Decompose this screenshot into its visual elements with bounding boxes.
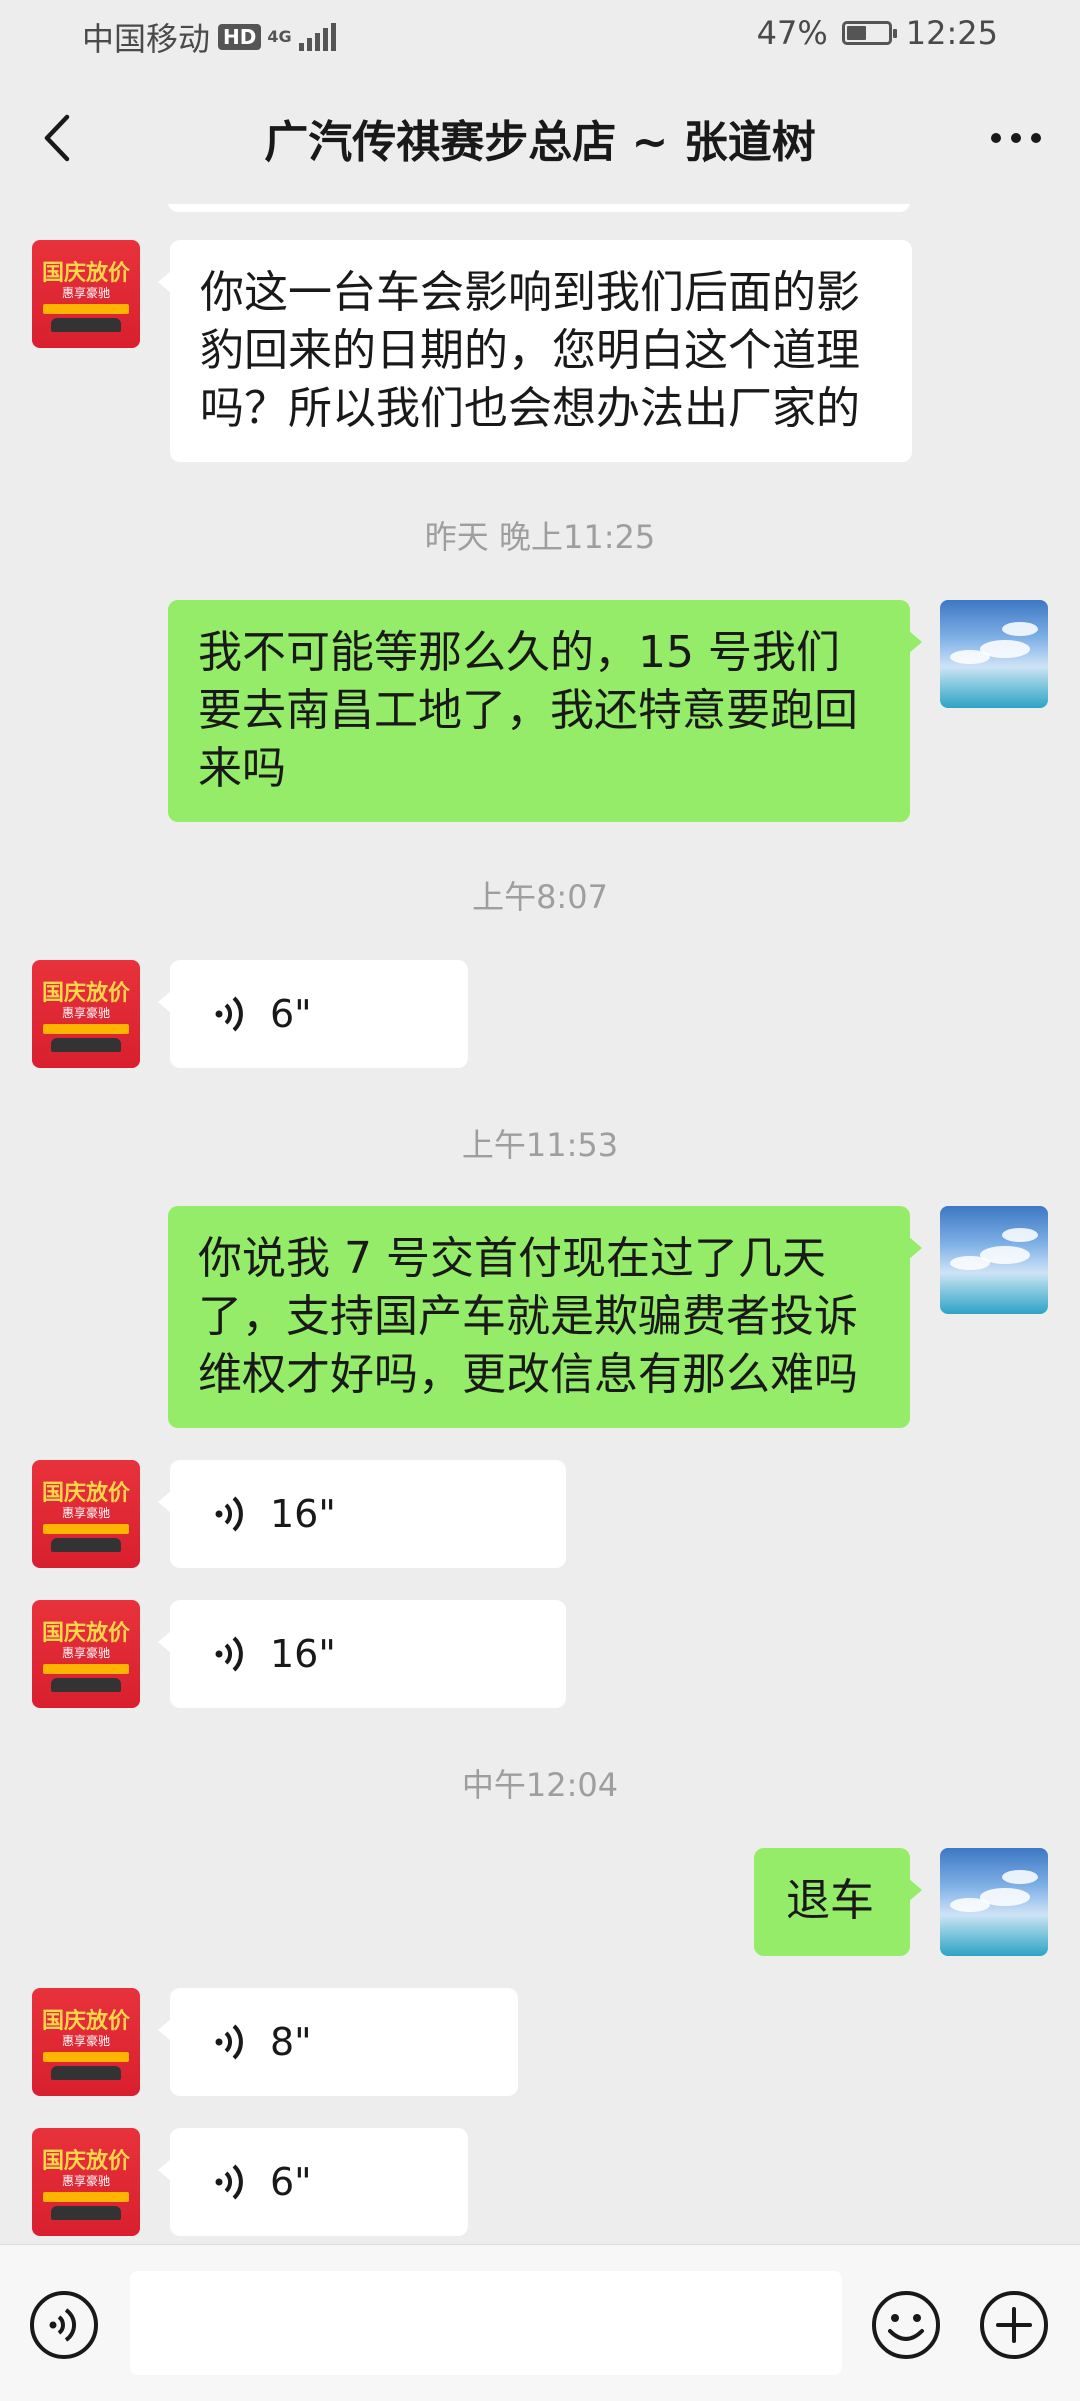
message-text: 你说我 7 号交首付现在过了几天了，支持国产车就是欺骗费者投诉维权才好吗，更改信… bbox=[198, 1233, 858, 1400]
avatar-caption: 国庆放价 bbox=[41, 261, 130, 286]
timestamp: 上午11:53 bbox=[461, 1126, 619, 1164]
status-left: 中国移动 HD 4G bbox=[82, 14, 336, 60]
voice-duration: 16" bbox=[270, 1492, 336, 1536]
store-avatar[interactable]: 国庆放价 惠享豪驰 bbox=[32, 1460, 140, 1568]
avatar-caption: 国庆放价 bbox=[41, 1621, 130, 1646]
store-avatar[interactable]: 国庆放价 惠享豪驰 bbox=[32, 960, 140, 1068]
avatar-car bbox=[51, 2066, 121, 2080]
store-avatar[interactable]: 国庆放价 惠享豪驰 bbox=[32, 1600, 140, 1708]
avatar-caption: 国庆放价 bbox=[41, 1481, 130, 1506]
voice-wave-icon bbox=[215, 1496, 243, 1532]
avatar-caption: 国庆放价 bbox=[41, 2009, 130, 2034]
voice-duration: 16" bbox=[270, 1632, 336, 1676]
message-text: 我不可能等那么久的，15 号我们要去南昌工地了，我还特意要跑回来吗 bbox=[198, 627, 858, 794]
message-input[interactable] bbox=[130, 2271, 842, 2375]
input-bar bbox=[0, 2244, 1080, 2401]
avatar-subcaption: 惠享豪驰 bbox=[61, 1506, 110, 1520]
chat-message-list[interactable]: 国庆放价 惠享豪驰 你这一台车会影响到我们后面的影豹回来的日期的，您明白这个道理… bbox=[0, 204, 1080, 2244]
incoming-voice-message[interactable]: 8" bbox=[158, 1988, 518, 2096]
avatar-car bbox=[51, 1678, 121, 1692]
timestamp: 昨天 晚上11:25 bbox=[424, 518, 656, 556]
plus-icon bbox=[980, 2291, 1048, 2359]
network-type: 4G bbox=[267, 27, 292, 46]
chat-header: 广汽传祺赛步总店 ~ 张道树 bbox=[0, 72, 1080, 204]
voice-wave-icon bbox=[215, 2164, 243, 2200]
battery-fill bbox=[846, 26, 866, 40]
avatar-car bbox=[51, 1038, 121, 1052]
avatar-banner bbox=[43, 1524, 129, 1534]
avatar-banner bbox=[43, 1664, 129, 1674]
outgoing-text-message[interactable]: 我不可能等那么久的，15 号我们要去南昌工地了，我还特意要跑回来吗 bbox=[168, 600, 922, 822]
avatar-subcaption: 惠享豪驰 bbox=[61, 2034, 110, 2048]
message-text: 退车 bbox=[786, 1875, 874, 1926]
emoji-button[interactable] bbox=[870, 2289, 942, 2361]
incoming-voice-message[interactable]: 16" bbox=[158, 1460, 566, 1568]
avatar-caption: 国庆放价 bbox=[41, 2149, 130, 2174]
clock: 12:25 bbox=[905, 14, 998, 52]
incoming-text-message[interactable]: 你这一台车会影响到我们后面的影豹回来的日期的，您明白这个道理吗？所以我们也会想办… bbox=[158, 240, 912, 462]
chat-title: 广汽传祺赛步总店 ~ 张道树 bbox=[264, 117, 816, 168]
avatar-car bbox=[51, 318, 121, 332]
more-dots-icon bbox=[991, 133, 1041, 143]
emoji-icon bbox=[872, 2291, 940, 2359]
more-functions-button[interactable] bbox=[978, 2289, 1050, 2361]
voice-duration: 8" bbox=[270, 2020, 312, 2064]
avatar-banner bbox=[43, 304, 129, 314]
carrier-label: 中国移动 bbox=[82, 20, 211, 58]
avatar-subcaption: 惠享豪驰 bbox=[61, 1646, 110, 1660]
avatar-car bbox=[51, 1538, 121, 1552]
voice-wave-icon bbox=[215, 2024, 243, 2060]
voice-wave-icon bbox=[215, 1636, 243, 1672]
more-button[interactable] bbox=[980, 102, 1052, 174]
avatar-banner bbox=[43, 2052, 129, 2062]
signal-icon bbox=[296, 23, 336, 51]
hd-badge: HD bbox=[218, 24, 262, 50]
incoming-voice-message[interactable]: 16" bbox=[158, 1600, 566, 1708]
timestamp: 上午8:07 bbox=[472, 878, 608, 916]
voice-duration: 6" bbox=[270, 992, 312, 1036]
avatar-subcaption: 惠享豪驰 bbox=[61, 1006, 110, 1020]
partial-message-bubble[interactable] bbox=[168, 204, 910, 212]
voice-mode-button[interactable] bbox=[28, 2289, 100, 2361]
voice-duration: 6" bbox=[270, 2160, 312, 2204]
status-bar: 中国移动 HD 4G 47% 12:25 bbox=[0, 0, 1080, 72]
outgoing-text-message[interactable]: 你说我 7 号交首付现在过了几天了，支持国产车就是欺骗费者投诉维权才好吗，更改信… bbox=[168, 1206, 922, 1428]
user-avatar[interactable] bbox=[940, 1848, 1048, 1956]
user-avatar[interactable] bbox=[940, 1206, 1048, 1314]
store-avatar[interactable]: 国庆放价 惠享豪驰 bbox=[32, 1988, 140, 2096]
voice-wave-icon bbox=[215, 996, 243, 1032]
timestamp: 中午12:04 bbox=[461, 1766, 619, 1804]
avatar-subcaption: 惠享豪驰 bbox=[61, 286, 110, 300]
avatar-car bbox=[51, 2206, 121, 2220]
voice-mode-icon bbox=[30, 2291, 98, 2359]
status-right: 47% 12:25 bbox=[757, 14, 998, 52]
outgoing-text-message[interactable]: 退车 bbox=[754, 1848, 922, 1956]
store-avatar[interactable]: 国庆放价 惠享豪驰 bbox=[32, 2128, 140, 2236]
store-avatar[interactable]: 国庆放价 惠享豪驰 bbox=[32, 240, 140, 348]
incoming-voice-message[interactable]: 6" bbox=[158, 2128, 468, 2236]
avatar-subcaption: 惠享豪驰 bbox=[61, 2174, 110, 2188]
user-avatar[interactable] bbox=[940, 600, 1048, 708]
avatar-banner bbox=[43, 2192, 129, 2202]
avatar-banner bbox=[43, 1024, 129, 1034]
battery-percent: 47% bbox=[756, 14, 828, 52]
message-text: 你这一台车会影响到我们后面的影豹回来的日期的，您明白这个道理吗？所以我们也会想办… bbox=[200, 267, 860, 434]
avatar-caption: 国庆放价 bbox=[41, 981, 130, 1006]
incoming-voice-message[interactable]: 6" bbox=[158, 960, 468, 1068]
battery-icon bbox=[841, 21, 897, 45]
